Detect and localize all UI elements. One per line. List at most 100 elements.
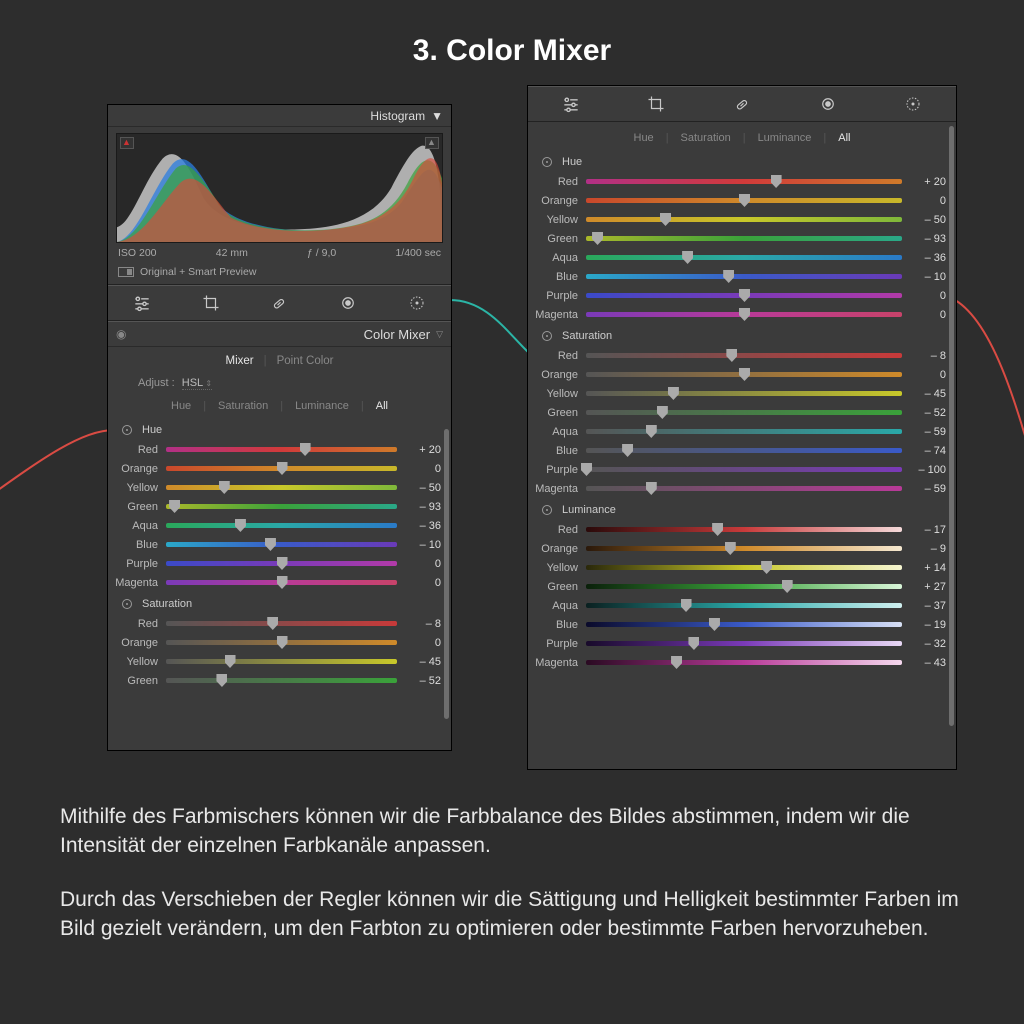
slider-thumb[interactable] (622, 444, 633, 457)
slider-thumb[interactable] (681, 599, 692, 612)
eye-icon[interactable]: ◉ (116, 327, 126, 341)
slider-thumb[interactable] (688, 637, 699, 650)
slider-track[interactable] (586, 410, 902, 415)
slider-track[interactable] (586, 584, 902, 589)
slider-value[interactable]: – 10 (902, 271, 946, 283)
slider-thumb[interactable] (592, 232, 603, 245)
slider-track[interactable] (166, 580, 397, 585)
slider-thumb[interactable] (739, 308, 750, 321)
slider-track[interactable] (166, 678, 397, 683)
slider-thumb[interactable] (723, 270, 734, 283)
slider-track[interactable] (586, 255, 902, 260)
slider-value[interactable]: + 20 (397, 444, 441, 456)
redeye-tool-icon[interactable] (902, 93, 924, 115)
slider-track[interactable] (586, 293, 902, 298)
edit-tool-icon[interactable] (560, 93, 582, 115)
healing-tool-icon[interactable] (731, 93, 753, 115)
slider-thumb[interactable] (671, 656, 682, 669)
mode-all[interactable]: All (368, 400, 396, 412)
slider-thumb[interactable] (709, 618, 720, 631)
slider-track[interactable] (166, 447, 397, 452)
slider-thumb[interactable] (225, 655, 236, 668)
slider-track[interactable] (166, 542, 397, 547)
slider-thumb[interactable] (739, 194, 750, 207)
slider-track[interactable] (586, 641, 902, 646)
slider-thumb[interactable] (682, 251, 693, 264)
target-icon[interactable] (122, 599, 132, 609)
slider-value[interactable]: – 19 (902, 619, 946, 631)
slider-value[interactable]: – 50 (397, 482, 441, 494)
slider-thumb[interactable] (265, 538, 276, 551)
slider-value[interactable]: – 59 (902, 426, 946, 438)
mode-all[interactable]: All (830, 132, 858, 144)
slider-value[interactable]: – 50 (902, 214, 946, 226)
slider-track[interactable] (586, 467, 902, 472)
mode-luminance[interactable]: Luminance (287, 400, 357, 412)
mask-tool-icon[interactable] (337, 292, 359, 314)
mode-hue[interactable]: Hue (163, 400, 199, 412)
scrollbar[interactable] (444, 429, 449, 719)
slider-track[interactable] (586, 527, 902, 532)
slider-thumb[interactable] (235, 519, 246, 532)
adjust-dropdown[interactable]: HSL (182, 377, 212, 390)
slider-track[interactable] (586, 312, 902, 317)
mode-saturation[interactable]: Saturation (210, 400, 276, 412)
slider-thumb[interactable] (782, 580, 793, 593)
target-icon[interactable] (542, 157, 552, 167)
slider-value[interactable]: 0 (902, 369, 946, 381)
slider-track[interactable] (586, 429, 902, 434)
slider-track[interactable] (166, 466, 397, 471)
slider-thumb[interactable] (219, 481, 230, 494)
slider-value[interactable]: 0 (902, 290, 946, 302)
slider-value[interactable]: + 14 (902, 562, 946, 574)
slider-thumb[interactable] (277, 462, 288, 475)
slider-value[interactable]: – 100 (902, 464, 946, 476)
slider-track[interactable] (586, 622, 902, 627)
slider-track[interactable] (166, 561, 397, 566)
slider-thumb[interactable] (725, 542, 736, 555)
slider-track[interactable] (586, 486, 902, 491)
slider-track[interactable] (586, 236, 902, 241)
slider-value[interactable]: 0 (902, 195, 946, 207)
slider-value[interactable]: – 74 (902, 445, 946, 457)
edit-tool-icon[interactable] (131, 292, 153, 314)
slider-value[interactable]: – 10 (397, 539, 441, 551)
slider-thumb[interactable] (646, 425, 657, 438)
slider-track[interactable] (586, 198, 902, 203)
slider-value[interactable]: – 59 (902, 483, 946, 495)
slider-thumb[interactable] (761, 561, 772, 574)
slider-value[interactable]: – 37 (902, 600, 946, 612)
slider-thumb[interactable] (216, 674, 227, 687)
slider-thumb[interactable] (277, 557, 288, 570)
slider-thumb[interactable] (267, 617, 278, 630)
healing-tool-icon[interactable] (268, 292, 290, 314)
histogram-header[interactable]: Histogram ▼ (108, 105, 451, 127)
slider-value[interactable]: 0 (397, 577, 441, 589)
slider-value[interactable]: – 36 (397, 520, 441, 532)
slider-track[interactable] (586, 372, 902, 377)
slider-value[interactable]: – 45 (902, 388, 946, 400)
slider-value[interactable]: 0 (397, 558, 441, 570)
slider-value[interactable]: 0 (397, 463, 441, 475)
slider-value[interactable]: – 8 (397, 618, 441, 630)
slider-thumb[interactable] (739, 289, 750, 302)
slider-value[interactable]: – 36 (902, 252, 946, 264)
slider-value[interactable]: – 45 (397, 656, 441, 668)
scrollbar[interactable] (949, 126, 954, 726)
slider-thumb[interactable] (169, 500, 180, 513)
slider-track[interactable] (166, 659, 397, 664)
mode-saturation[interactable]: Saturation (673, 132, 739, 144)
target-icon[interactable] (542, 331, 552, 341)
slider-value[interactable]: – 52 (902, 407, 946, 419)
slider-value[interactable]: – 93 (902, 233, 946, 245)
crop-tool-icon[interactable] (200, 292, 222, 314)
preview-mode-row[interactable]: Original + Smart Preview (108, 263, 451, 285)
redeye-tool-icon[interactable] (406, 292, 428, 314)
slider-value[interactable]: – 43 (902, 657, 946, 669)
mode-hue[interactable]: Hue (626, 132, 662, 144)
slider-value[interactable]: 0 (397, 637, 441, 649)
slider-thumb[interactable] (739, 368, 750, 381)
mode-luminance[interactable]: Luminance (750, 132, 820, 144)
crop-tool-icon[interactable] (645, 93, 667, 115)
slider-value[interactable]: – 93 (397, 501, 441, 513)
